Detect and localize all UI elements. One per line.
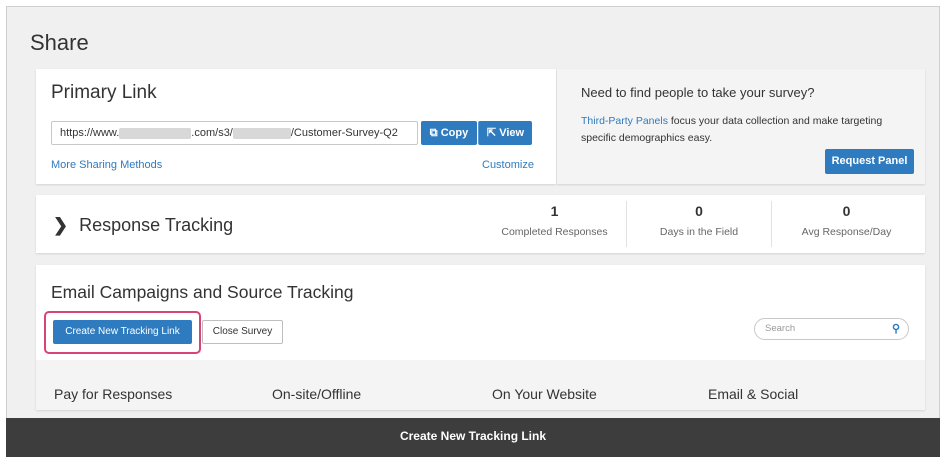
stat-value: 0	[695, 203, 703, 219]
stat-completed-responses: 1 Completed Responses	[483, 201, 626, 247]
customize-link[interactable]: Customize	[482, 159, 534, 171]
view-button[interactable]: ⇱ View	[478, 121, 532, 145]
primary-link-url-field[interactable]: https://www. .com/s3/ /Customer-Survey-Q2	[51, 121, 418, 145]
stat-label: Days in the Field	[659, 226, 739, 238]
chevron-right-icon: ❯	[53, 215, 69, 235]
url-mid: .com/s3/	[191, 127, 233, 139]
page-title: Share	[30, 30, 89, 55]
response-tracking-title: Response Tracking	[79, 215, 234, 235]
search-icon[interactable]: ⚲	[892, 322, 900, 335]
stat-label: Completed Responses	[501, 226, 608, 238]
stat-value: 1	[550, 203, 559, 219]
email-campaigns-title: Email Campaigns and Source Tracking	[51, 282, 354, 302]
primary-link-card: Primary Link https://www. .com/s3/ /Custom…	[36, 69, 556, 184]
panel-description: Third-Party Panels focus your data colle…	[581, 113, 911, 147]
third-party-panels-link[interactable]: Third-Party Panels	[581, 115, 668, 127]
more-sharing-methods-link[interactable]: More Sharing Methods	[51, 159, 162, 171]
create-tracking-link-button[interactable]: Create New Tracking Link	[53, 320, 192, 344]
url-prefix: https://www.	[60, 127, 120, 139]
redacted-domain	[119, 127, 192, 139]
copy-button[interactable]: ⧉ Copy	[421, 121, 477, 145]
stat-avg-response-day: 0 Avg Response/Day	[771, 201, 921, 247]
email-campaigns-card: Email Campaigns and Source Tracking Crea…	[36, 265, 925, 410]
response-tracking-toggle[interactable]: ❯ Response Tracking	[53, 215, 233, 236]
search-placeholder: Search	[765, 323, 796, 334]
copy-label: Copy	[440, 127, 469, 139]
primary-link-title: Primary Link	[51, 82, 157, 103]
view-label: View	[499, 127, 525, 139]
source-categories-bar: Pay for Responses On-site/Offline On You…	[36, 360, 925, 410]
copy-icon: ⧉	[429, 127, 438, 139]
external-link-icon: ⇱	[486, 127, 497, 139]
url-suffix: /Customer-Survey-Q2	[290, 127, 398, 139]
stat-label: Avg Response/Day	[801, 226, 892, 238]
stat-days-in-field: 0 Days in the Field	[626, 201, 771, 247]
panel-heading: Need to find people to take your survey?	[581, 85, 815, 100]
response-tracking-card[interactable]: ❯ Response Tracking 1 Completed Response…	[36, 195, 925, 253]
category-onsite-offline[interactable]: On-site/Offline	[272, 386, 361, 402]
redacted-id	[232, 127, 291, 139]
category-email-social[interactable]: Email & Social	[708, 386, 798, 402]
category-pay-for-responses[interactable]: Pay for Responses	[54, 386, 172, 402]
search-input[interactable]: Search ⚲	[754, 318, 909, 340]
caption-bar: Create New Tracking Link	[6, 418, 940, 457]
close-survey-button[interactable]: Close Survey	[202, 320, 283, 344]
stat-value: 0	[842, 203, 851, 219]
panel-promo-card: Need to find people to take your survey?…	[557, 69, 925, 184]
request-panel-button[interactable]: Request Panel	[825, 149, 914, 174]
category-on-your-website[interactable]: On Your Website	[492, 386, 597, 402]
